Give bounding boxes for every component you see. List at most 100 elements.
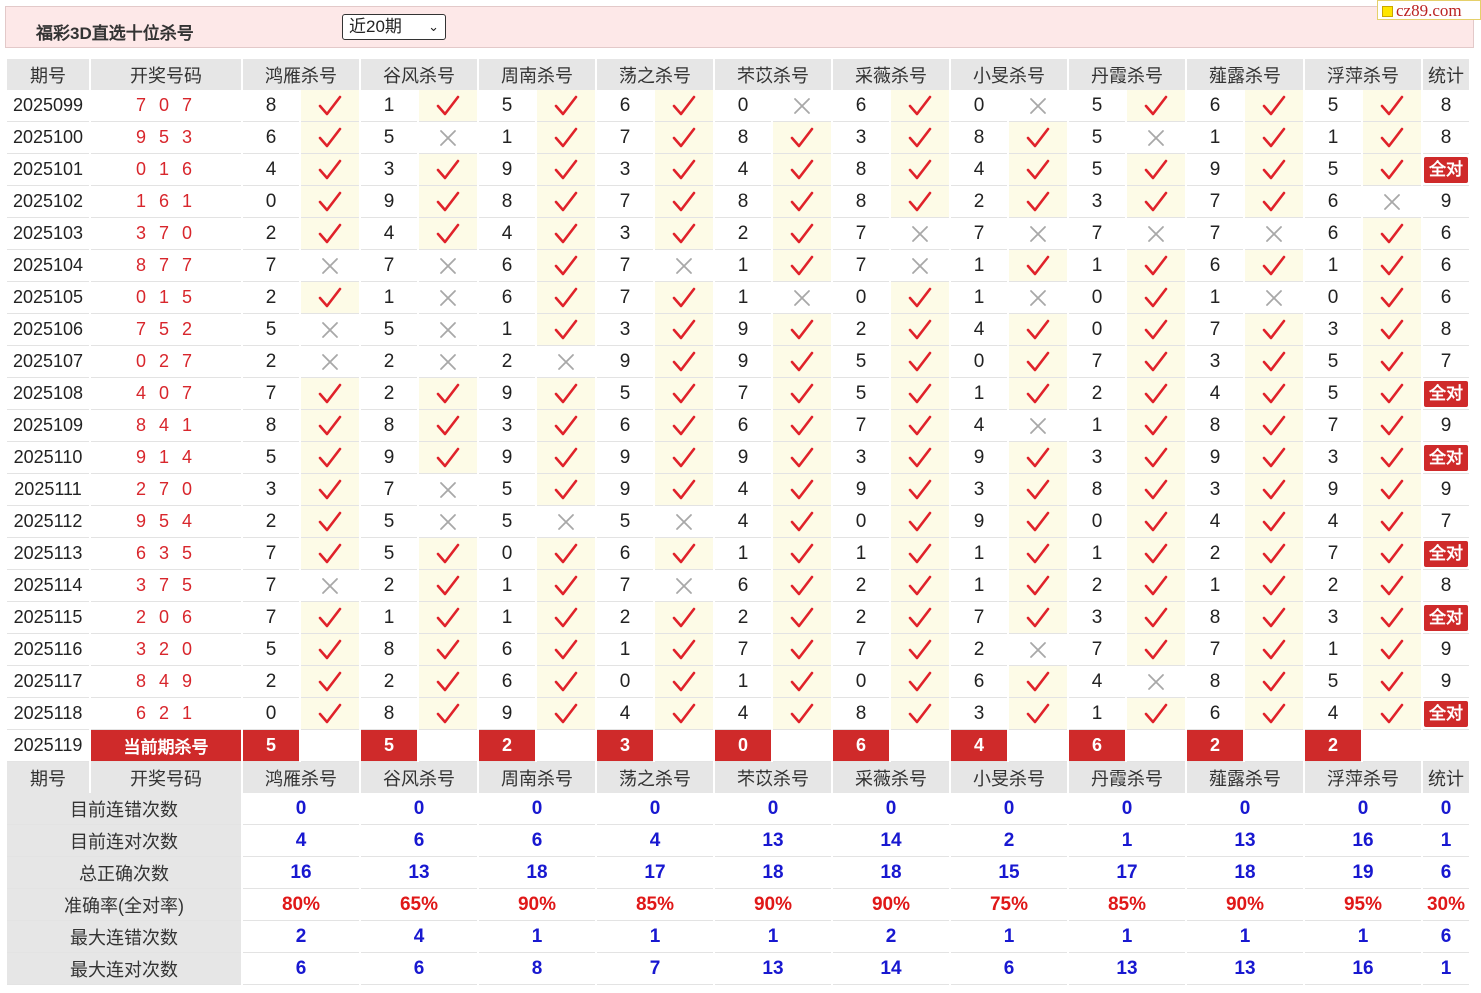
kill-number-cell: 3	[1069, 186, 1125, 218]
kill-number-cell: 2	[1069, 570, 1125, 602]
kill-number-cell: 7	[833, 250, 889, 282]
blank-cell	[891, 730, 949, 762]
check-icon	[537, 250, 595, 282]
kill-number-cell: 6	[479, 666, 535, 698]
check-icon	[1245, 90, 1303, 122]
kill-number-cell: 7	[243, 570, 299, 602]
check-icon	[537, 602, 595, 634]
draw-number-cell: 9 1 4	[91, 442, 241, 474]
check-icon	[537, 282, 595, 314]
kill-number-cell: 7	[833, 410, 889, 442]
kill-number-cell: 9	[479, 154, 535, 186]
table-row: 2025112 9 5 42 5 5 5 4 0 9 0 4 4 7	[7, 506, 1469, 538]
stat-value: 6	[951, 953, 1067, 985]
kill-number-cell: 7	[597, 282, 653, 314]
kill-number-cell: 3	[1305, 602, 1361, 634]
cross-icon	[1127, 666, 1185, 698]
check-icon	[301, 666, 359, 698]
check-icon	[773, 506, 831, 538]
check-icon	[1127, 346, 1185, 378]
check-icon	[537, 666, 595, 698]
check-icon	[301, 698, 359, 730]
check-icon	[891, 186, 949, 218]
kill-number-cell: 8	[361, 634, 417, 666]
kill-number-cell: 5	[1305, 666, 1361, 698]
check-icon	[773, 602, 831, 634]
check-icon	[773, 314, 831, 346]
stat-value: 6	[479, 825, 595, 857]
table-row: 2025118 6 2 1 0 8 9 4 4 8 3 1 6 4 全对	[7, 698, 1469, 730]
cross-icon	[419, 282, 477, 314]
kill-number-cell: 2	[833, 314, 889, 346]
stat-value: 6	[243, 953, 359, 985]
period-select[interactable]: 近20期 ⌄	[342, 14, 446, 40]
check-icon	[891, 154, 949, 186]
check-icon	[891, 122, 949, 154]
check-icon	[1245, 314, 1303, 346]
check-icon	[1245, 538, 1303, 570]
check-icon	[419, 698, 477, 730]
kill-number-cell: 9	[597, 474, 653, 506]
check-icon	[537, 378, 595, 410]
check-icon	[655, 442, 713, 474]
check-icon	[1127, 442, 1185, 474]
kill-number-cell: 0	[833, 282, 889, 314]
stat-value: 13	[1187, 953, 1303, 985]
cross-icon	[419, 346, 477, 378]
cross-icon	[1245, 282, 1303, 314]
table-row: 2025107 0 2 722299507357	[7, 346, 1469, 378]
kill-number-cell: 8	[1069, 474, 1125, 506]
kill-number-table: 期号 开奖号码 鸿雁杀号 谷风杀号 周南杀号 荡之杀号 芣苡杀号 采薇杀号 小旻杀号 丹霞杀号 薤露…	[5, 59, 1471, 985]
kill-number-cell: 9	[715, 442, 771, 474]
stat-value: 0	[361, 793, 477, 825]
header-expert: 鸿雁杀号	[243, 762, 359, 793]
issue-cell: 2025112	[7, 506, 89, 538]
kill-number-cell: 9	[715, 314, 771, 346]
stat-row: 最大连错次数 2 4 1 1 1 2 1 1 1 1 6	[7, 921, 1469, 953]
check-icon	[773, 186, 831, 218]
stat-value: 18	[715, 857, 831, 889]
stat-value: 1	[597, 921, 713, 953]
kill-number-cell: 3	[597, 314, 653, 346]
current-kill-number: 3	[597, 730, 653, 762]
draw-number-cell: 3 2 0	[91, 634, 241, 666]
check-icon	[773, 538, 831, 570]
check-icon	[891, 314, 949, 346]
kill-number-cell: 6	[1305, 186, 1361, 218]
stat-value: 0	[833, 793, 949, 825]
kill-number-cell: 9	[361, 186, 417, 218]
cross-icon	[655, 250, 713, 282]
kill-number-cell: 0	[1305, 282, 1361, 314]
blank-cell	[419, 730, 477, 762]
check-icon	[419, 634, 477, 666]
stat-value: 15	[951, 857, 1067, 889]
kill-number-cell: 7	[1187, 186, 1243, 218]
table-row: 2025104 8 7 777671711616	[7, 250, 1469, 282]
check-icon	[537, 442, 595, 474]
kill-number-cell: 5	[479, 90, 535, 122]
check-icon	[301, 538, 359, 570]
stat-value: 2	[833, 921, 949, 953]
check-icon	[419, 378, 477, 410]
check-icon	[891, 698, 949, 730]
cross-icon	[419, 314, 477, 346]
check-icon	[1363, 154, 1421, 186]
header-expert: 荡之杀号	[597, 59, 713, 90]
blank-cell	[655, 730, 713, 762]
table-row: 2025117 8 4 922601064859	[7, 666, 1469, 698]
kill-number-cell: 2	[833, 570, 889, 602]
all-right-label: 全对	[1424, 444, 1468, 471]
stat-cell: 8	[1423, 570, 1469, 602]
kill-number-cell: 1	[1069, 250, 1125, 282]
stat-label: 准确率(全对率)	[7, 889, 241, 921]
kill-number-cell: 8	[1187, 666, 1243, 698]
stat-value: 1	[1187, 921, 1303, 953]
check-icon	[1127, 474, 1185, 506]
check-icon	[891, 506, 949, 538]
kill-number-cell: 1	[361, 602, 417, 634]
kill-number-cell: 4	[715, 698, 771, 730]
column-header-row: 期号 开奖号码 鸿雁杀号 谷风杀号 周南杀号 荡之杀号 芣苡杀号 采薇杀号 小旻杀号 丹霞杀号 薤露…	[7, 59, 1469, 90]
kill-number-cell: 5	[1305, 346, 1361, 378]
site-logo[interactable]: cz89.com	[1377, 0, 1481, 20]
check-icon	[1009, 314, 1067, 346]
